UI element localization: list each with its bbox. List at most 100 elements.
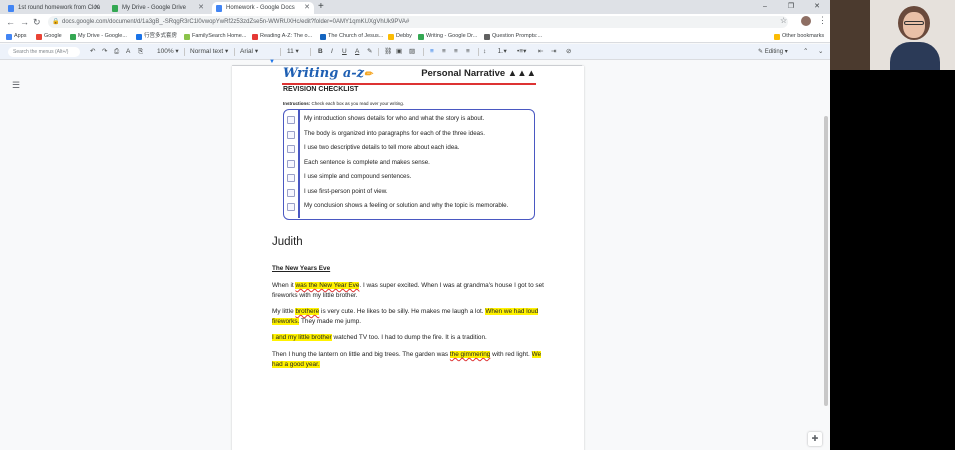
spellcheck-icon[interactable]: A [126,46,130,58]
link-icon[interactable]: ⛓ [384,46,392,58]
bookmark-icon [136,34,142,40]
back-icon[interactable]: ← [6,16,15,28]
close-window-button[interactable]: ✕ [804,0,830,14]
other-bookmarks[interactable]: Other bookmarks [774,31,824,42]
lock-icon: 🔒 [52,19,60,25]
underline-icon[interactable]: U [342,46,347,58]
text-run: My little [272,308,296,315]
minimize-button[interactable]: – [752,0,778,14]
checklist-item: I use simple and compound sentences. [304,173,412,180]
webcam-video [830,0,955,70]
checkbox [287,174,295,182]
text-run: They made me jump. [299,317,362,325]
bookmark-item[interactable]: Writing - Google Dr... [418,31,477,42]
comment-icon[interactable]: ▣ [396,46,402,58]
undo-icon[interactable]: ↶ [90,46,95,58]
redo-icon[interactable]: ↷ [102,46,107,58]
writing-az-logo: Writing a-z✏ [283,66,372,81]
bookmark-item[interactable]: My Drive - Google... [70,31,127,42]
indent-marker-icon[interactable]: ▼ [269,59,275,65]
checklist-item: Each sentence is complete and makes sens… [304,158,430,166]
docs-toolbar: Search the menus (Alt+/) ↶ ↷ ⎙ A ⎘ 100% … [0,44,830,60]
familysearch-icon [184,34,190,40]
text-color-icon[interactable]: A [355,46,359,58]
drive-icon [418,34,424,40]
explore-icon[interactable]: ✚ [808,432,822,446]
bookmark-item[interactable]: Question Prompts:... [484,31,542,42]
bookmark-label: Apps [14,33,27,39]
drive-icon [70,34,76,40]
checklist-item: I use two descriptive details to tell mo… [304,144,460,151]
close-tab-icon[interactable]: ✕ [94,2,100,14]
bookmark-item[interactable]: Apps [6,31,27,42]
checklist-box: My introduction shows details for who an… [283,109,535,220]
bold-icon[interactable]: B [318,46,323,58]
italic-icon[interactable]: I [331,46,333,58]
checklist-subject: Personal Narrative ▲▲▲ [421,68,536,79]
forward-icon[interactable]: → [20,16,29,28]
menu-search-input[interactable]: Search the menus (Alt+/) [8,47,80,57]
bookmark-item[interactable]: The Church of Jesus... [320,31,383,42]
new-tab-button[interactable]: + [318,1,324,12]
divider [378,48,379,56]
clear-formatting-icon[interactable]: ⊘ [566,46,571,58]
bookmarks-bar: Apps Google My Drive - Google... 行宫多式套房 … [0,30,830,43]
reload-icon[interactable]: ↻ [33,16,41,28]
align-left-icon[interactable]: ≡ [430,46,434,58]
print-icon[interactable]: ⎙ [114,46,119,58]
bookmark-label: Other bookmarks [782,33,825,39]
bulleted-list-icon[interactable]: •≡▾ [517,46,526,58]
font-select[interactable]: Arial ▾ [240,46,258,58]
document-page[interactable]: Writing a-z✏ Personal Narrative ▲▲▲ REVI… [232,66,584,450]
checklist-item: My introduction shows details for who an… [304,115,485,122]
font-size-select[interactable]: 11 ▾ [287,46,299,58]
align-right-icon[interactable]: ≡ [454,46,458,58]
vertical-scrollbar[interactable] [823,60,829,406]
style-select[interactable]: Normal text ▾ [190,46,228,58]
collapse-icon[interactable]: ⌃ [803,46,808,58]
text-run: watched TV too. I had to dump the fire. … [331,334,487,341]
bookmark-label: Question Prompts:... [492,33,543,39]
size-value: 11 [287,48,294,55]
google-icon [36,34,42,40]
tab-label: 1st round homework from Clou [18,5,101,11]
paragraph-3: I and my little brother watched TV too. … [272,333,552,343]
url-field[interactable]: 🔒 docs.google.com/document/d/1a3gB_-SRqgR… [48,16,788,28]
scrollbar-thumb[interactable] [824,116,828,406]
browser-menu-icon[interactable]: ⋮ [818,15,827,26]
align-justify-icon[interactable]: ≡ [466,46,470,58]
avatar[interactable] [801,16,811,26]
outline-icon[interactable]: ☰ [12,80,20,91]
increase-indent-icon[interactable]: ⇥ [551,46,556,58]
person-face [903,12,925,38]
decrease-indent-icon[interactable]: ⇤ [538,46,543,58]
divider [282,83,536,85]
editing-mode-select[interactable]: ✎ Editing ▾ [758,46,788,58]
tab-homework-cloud[interactable]: 1st round homework from Clou ✕ [4,2,104,14]
checkbox [287,159,295,168]
numbered-list-icon[interactable]: ⒈▾ [497,46,507,58]
chevron-down-icon[interactable]: ⌄ [818,46,823,58]
tab-label: Homework - Google Docs [226,5,295,11]
restore-button[interactable]: ❐ [778,0,804,14]
bookmark-item[interactable]: Debby [388,31,412,42]
tab-my-drive[interactable]: My Drive - Google Drive ✕ [108,2,208,14]
highlight-icon[interactable]: ✎ [367,46,372,58]
paint-format-icon[interactable]: ⎘ [138,46,143,58]
tab-homework-docs[interactable]: Homework - Google Docs ✕ [212,2,314,14]
line-spacing-icon[interactable]: ↕ [483,46,486,58]
drive-icon [112,5,118,12]
bookmark-item[interactable]: 行宫多式套房 [136,31,177,42]
tab-label: My Drive - Google Drive [122,5,187,11]
bookmark-star-icon[interactable]: ☆ [780,16,787,25]
bookmark-item[interactable]: Google [36,31,62,42]
docs-icon [216,5,222,12]
image-icon[interactable]: ▨ [409,46,415,58]
checkbox [287,188,295,197]
close-tab-icon[interactable]: ✕ [198,2,204,14]
zoom-select[interactable]: 100% ▾ [157,46,179,58]
align-center-icon[interactable]: ≡ [442,46,446,58]
bookmark-item[interactable]: Reading A-Z: The o... [252,31,312,42]
close-tab-icon[interactable]: ✕ [304,2,310,14]
bookmark-item[interactable]: FamilySearch Home... [184,31,246,42]
